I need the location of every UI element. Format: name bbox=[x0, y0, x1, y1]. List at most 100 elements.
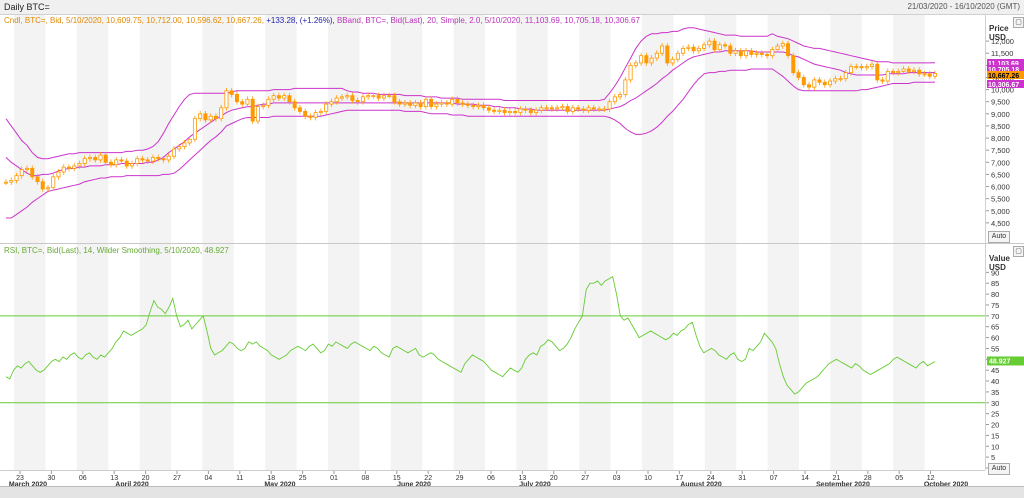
rsi-tick-label: 40 bbox=[991, 377, 999, 386]
rsi-tick-label: 55 bbox=[991, 344, 999, 353]
candle-body bbox=[413, 102, 418, 106]
candle-body bbox=[838, 78, 843, 81]
candle-body bbox=[150, 157, 155, 162]
candle-body bbox=[555, 107, 560, 110]
week-stripe bbox=[139, 244, 171, 470]
week-stripe bbox=[202, 244, 234, 470]
price-tick-label: 6,000 bbox=[991, 183, 1010, 192]
rsi-panel-menu-icon[interactable]: ▢ bbox=[1013, 246, 1024, 257]
candle-body bbox=[864, 66, 869, 69]
candle-body bbox=[854, 66, 859, 68]
badge-label: 48.927 bbox=[989, 358, 1011, 365]
candle-body bbox=[45, 187, 50, 190]
price-auto-button[interactable]: Auto bbox=[988, 231, 1010, 243]
candle-body bbox=[901, 68, 906, 72]
week-stripe bbox=[893, 15, 925, 243]
candle-body bbox=[129, 163, 134, 167]
candle-body bbox=[93, 157, 98, 161]
price-tick-label: 9,000 bbox=[991, 110, 1010, 119]
candle-body bbox=[749, 50, 754, 55]
week-stripe bbox=[579, 15, 611, 243]
x-tick-label: 06 bbox=[79, 475, 87, 482]
price-legend: Cndl, BTC=, Bid, 5/10/2020, 10,609.75, 1… bbox=[4, 16, 640, 25]
panel-menu-icon[interactable]: ▢ bbox=[1013, 17, 1024, 28]
candle-body bbox=[565, 106, 570, 112]
candle-body bbox=[922, 73, 927, 76]
candle-body bbox=[912, 69, 917, 72]
price-tick-label: 9,500 bbox=[991, 98, 1010, 107]
candle-body bbox=[612, 96, 617, 103]
candle-body bbox=[339, 96, 344, 99]
candle-body bbox=[124, 160, 129, 167]
candle-body bbox=[360, 96, 365, 103]
candle-body bbox=[450, 98, 455, 105]
candle-body bbox=[691, 46, 696, 52]
candle-body bbox=[712, 40, 717, 51]
candle-body bbox=[644, 55, 649, 64]
candle-body bbox=[77, 163, 82, 167]
x-axis-svg: 23 30 06 13 20 27 04 11 18 25 01 08 15 22 29 06 13 20 27 03… bbox=[9, 471, 968, 489]
candle-body bbox=[350, 95, 355, 101]
candle-body bbox=[639, 55, 644, 64]
candle-body bbox=[140, 158, 145, 161]
scroll-bar[interactable] bbox=[0, 486, 1024, 498]
rsi-tick-label: 5 bbox=[991, 453, 995, 462]
week-stripe bbox=[453, 244, 485, 470]
badge-label: 10,667.26 bbox=[988, 73, 1019, 80]
candle-body bbox=[72, 165, 77, 169]
candle-body bbox=[455, 98, 460, 104]
candle-body bbox=[292, 101, 297, 109]
rsi-axis[interactable]: 90858075706560555045403530252015105048.9… bbox=[985, 244, 1024, 475]
week-stripe bbox=[265, 244, 297, 470]
candle-body bbox=[14, 175, 19, 181]
rsi-tick-label: 80 bbox=[991, 290, 999, 299]
candle-body bbox=[786, 43, 791, 57]
price-axis[interactable]: 12,00011,50011,00010,50010,0009,5009,000… bbox=[985, 15, 1024, 243]
candle-body bbox=[733, 50, 738, 54]
candle-body bbox=[213, 115, 218, 120]
candle-body bbox=[19, 169, 24, 177]
candle-body bbox=[791, 55, 796, 74]
week-stripe bbox=[328, 15, 360, 243]
price-panel[interactable]: Cndl, BTC=, Bid, 5/10/2020, 10,609.75, 1… bbox=[0, 15, 985, 243]
week-stripe bbox=[14, 244, 46, 470]
rsi-chart[interactable] bbox=[0, 244, 985, 470]
candle-body bbox=[623, 79, 628, 95]
candle-body bbox=[654, 52, 659, 59]
candle-body bbox=[875, 63, 880, 81]
candle-body bbox=[686, 46, 691, 49]
badge-label: 10,306.67 bbox=[988, 82, 1019, 89]
candle-body bbox=[355, 100, 360, 103]
candle-body bbox=[660, 45, 665, 54]
candle-body bbox=[198, 113, 203, 120]
candle-body bbox=[502, 109, 507, 114]
price-tick-label: 7,500 bbox=[991, 146, 1010, 155]
candle-body bbox=[308, 115, 313, 118]
candle-body bbox=[896, 71, 901, 74]
candle-body bbox=[649, 57, 654, 64]
candle-body bbox=[702, 44, 707, 49]
rsi-panel[interactable]: RSI, BTC=, Bid(Last), 14, Wilder Smoothi… bbox=[0, 244, 985, 470]
rsi-tick-label: 75 bbox=[991, 301, 999, 310]
candle-body bbox=[828, 80, 833, 86]
candle-body bbox=[376, 95, 381, 99]
week-stripe bbox=[265, 15, 297, 243]
candle-body bbox=[933, 73, 938, 77]
week-stripe bbox=[830, 244, 862, 470]
x-axis[interactable]: 23 30 06 13 20 27 04 11 18 25 01 08 15 22 29 06 13 20 27 03… bbox=[0, 470, 985, 489]
x-tick-label: 30 bbox=[48, 475, 56, 482]
rsi-auto-button[interactable]: Auto bbox=[988, 463, 1010, 475]
candle-body bbox=[61, 166, 66, 173]
week-stripe bbox=[516, 15, 548, 243]
x-tick-label: 25 bbox=[299, 475, 307, 482]
candle-body bbox=[602, 108, 607, 111]
bband-legend: BBand, BTC=, Bid(Last), 20, Simple, 2.0,… bbox=[336, 16, 640, 25]
candle-body bbox=[843, 72, 848, 80]
price-chart[interactable] bbox=[0, 15, 985, 243]
candle-body bbox=[381, 95, 386, 99]
change-legend: +133.28, (+1.26%), bbox=[266, 16, 335, 25]
candle-body bbox=[250, 98, 255, 122]
candle-body bbox=[334, 97, 339, 103]
x-tick-label: 04 bbox=[205, 475, 213, 482]
candle-body bbox=[266, 98, 271, 106]
